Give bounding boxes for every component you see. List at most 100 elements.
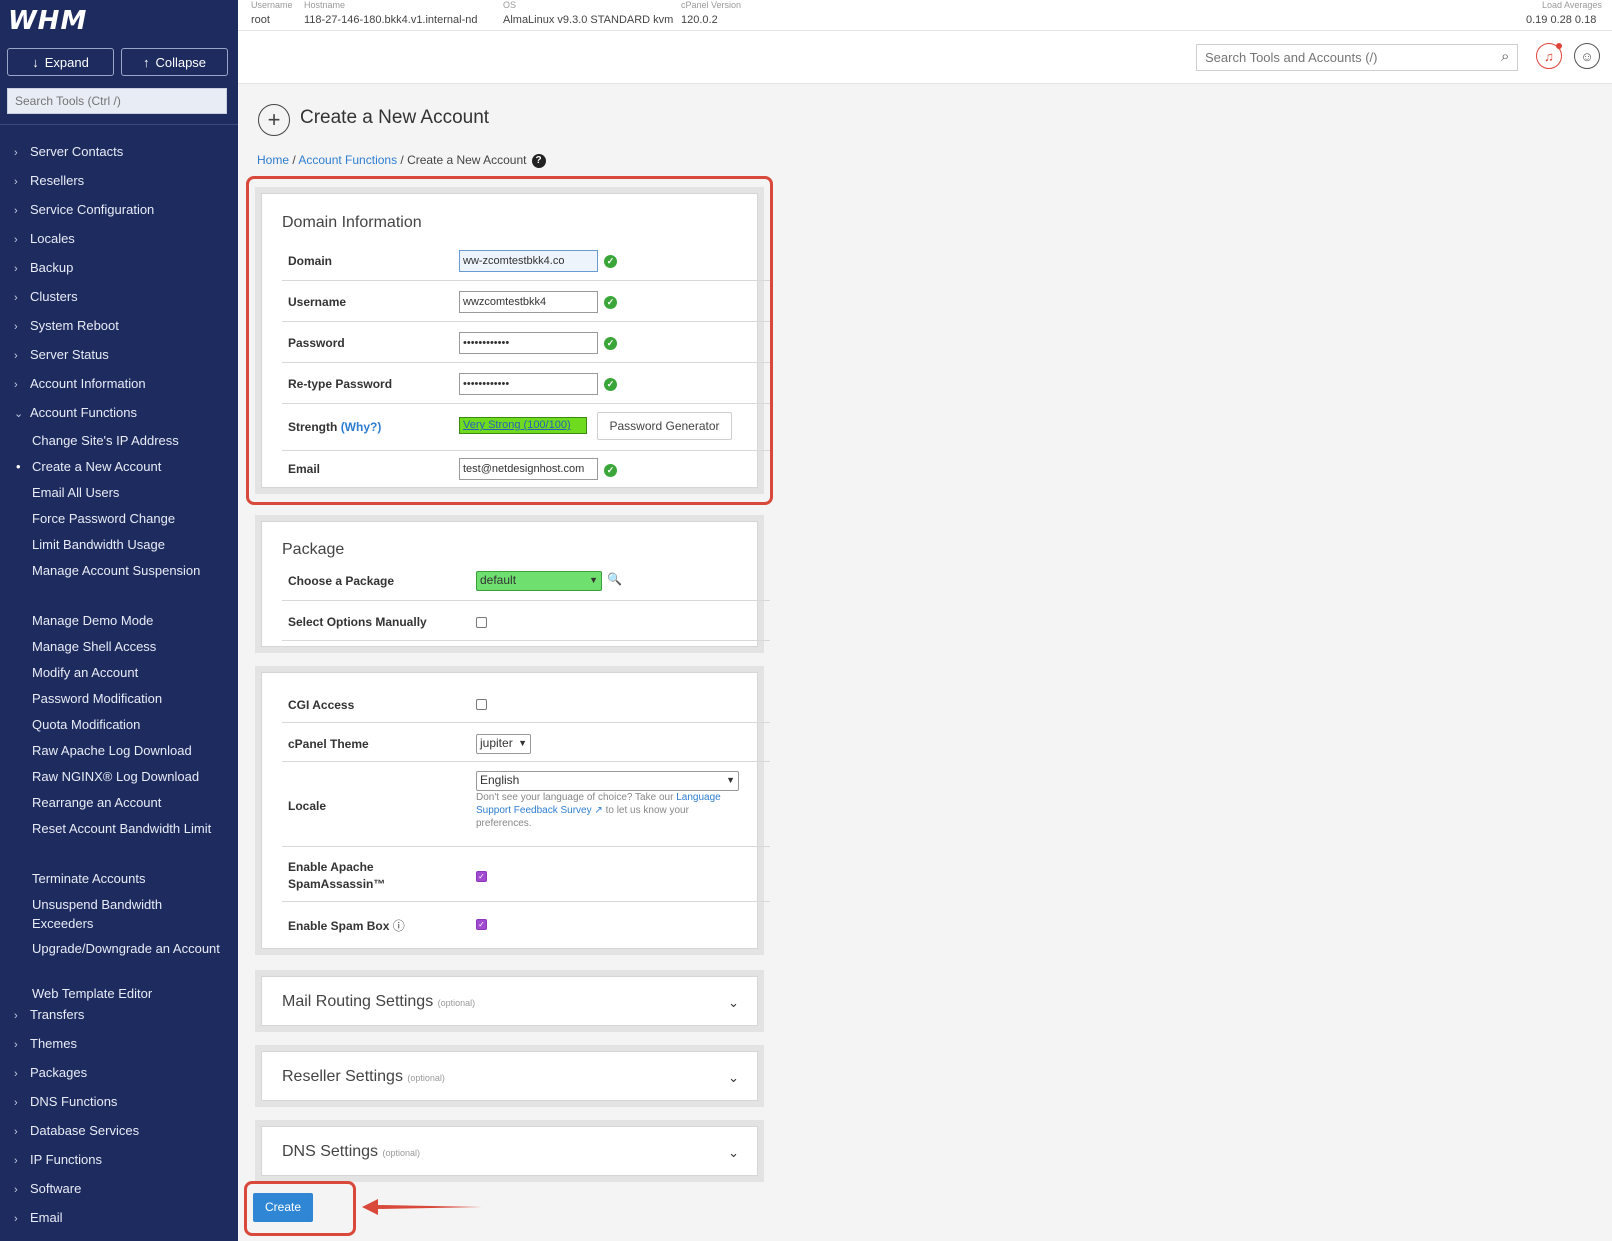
select-options-manually-checkbox[interactable] — [476, 617, 487, 628]
sidebar-item-server-status[interactable]: › Server Status — [14, 345, 109, 366]
arrow-up-icon: ↑ — [142, 54, 150, 70]
chevron-down-icon[interactable]: ⌄ — [728, 1070, 739, 1086]
chevron-right-icon: › — [14, 1155, 18, 1167]
dns-settings-panel[interactable]: DNS Settings (optional) ⌄ — [255, 1120, 764, 1182]
hostname-label: Hostname — [304, 0, 346, 10]
sidebar-item-account-functions[interactable]: ⌄ Account Functions — [14, 403, 137, 424]
sidebar-item-ip-functions[interactable]: › IP Functions — [14, 1150, 102, 1171]
package-select[interactable]: default ▼ — [476, 571, 602, 591]
chevron-right-icon: › — [14, 1184, 18, 1196]
chevron-right-icon: › — [14, 1068, 18, 1080]
breadcrumb-home[interactable]: Home — [257, 153, 289, 167]
breadcrumb-account-functions[interactable]: Account Functions — [298, 153, 397, 167]
sidebar-item-themes[interactable]: › Themes — [14, 1034, 77, 1055]
chevron-down-icon[interactable]: ⌄ — [728, 995, 739, 1011]
choose-package-label: Choose a Package — [288, 574, 395, 588]
sidebar-item-server-contacts[interactable]: › Server Contacts — [14, 142, 123, 163]
magnifier-icon[interactable]: 🔍 — [607, 572, 622, 586]
sidebar-subitem-modify-an-account[interactable]: Modify an Account — [32, 663, 222, 682]
divider — [282, 722, 770, 723]
pointer-arrow — [362, 1199, 482, 1215]
cpanel-theme-select[interactable]: jupiter ▼ — [476, 734, 531, 754]
chevron-right-icon: › — [14, 205, 18, 217]
sidebar-item-system-reboot[interactable]: › System Reboot — [14, 316, 119, 337]
reseller-settings-panel[interactable]: Reseller Settings (optional) ⌄ — [255, 1045, 764, 1107]
enable-spam-box-checkbox[interactable]: ✓ — [476, 919, 487, 930]
sidebar-item-software[interactable]: › Software — [14, 1179, 81, 1200]
chevron-right-icon: › — [14, 1213, 18, 1225]
chevron-down-icon: ▼ — [589, 575, 598, 585]
chevron-right-icon: › — [14, 1126, 18, 1138]
cpanel-version-label: cPanel Version — [681, 0, 742, 10]
create-button-highlight — [244, 1181, 356, 1236]
user-menu-button[interactable]: ☺ — [1574, 43, 1600, 69]
username-label: Username — [251, 0, 293, 10]
settings-panel: CGI Access cPanel Theme jupiter ▼ Locale … — [255, 666, 770, 955]
enable-spamassassin-checkbox[interactable]: ✓ — [476, 871, 487, 882]
sidebar-subitem-manage-shell-access[interactable]: Manage Shell Access — [32, 637, 222, 656]
sidebar-subitem-manage-demo-mode[interactable]: Manage Demo Mode — [32, 611, 222, 630]
cpanel-theme-label: cPanel Theme — [288, 737, 369, 751]
sidebar-subitem-terminate-accounts[interactable]: Terminate Accounts — [32, 869, 222, 888]
sidebar-item-label: Locales — [30, 231, 75, 246]
user-icon: ☺ — [1580, 48, 1594, 64]
sidebar-item-clusters[interactable]: › Clusters — [14, 287, 78, 308]
mail-routing-settings-panel[interactable]: Mail Routing Settings (optional) ⌄ — [255, 970, 764, 1032]
collapse-button[interactable]: ↑ Collapse — [121, 48, 228, 76]
sidebar-subitem-password-modification[interactable]: Password Modification — [32, 689, 222, 708]
divider — [282, 640, 770, 641]
notification-dot — [1556, 43, 1562, 49]
sidebar-subitem-limit-bandwidth-usage[interactable]: Limit Bandwidth Usage — [32, 535, 222, 554]
locale-label: Locale — [288, 799, 327, 813]
sidebar-item-backup[interactable]: › Backup — [14, 258, 73, 279]
sidebar-subitem-manage-account-suspension[interactable]: Manage Account Suspension — [32, 561, 222, 580]
search-icon[interactable]: ⌕ — [1501, 48, 1509, 65]
sidebar-subitem-web-template-editor[interactable]: Web Template Editor — [32, 984, 222, 1003]
chevron-down-icon[interactable]: ⌄ — [728, 1145, 739, 1161]
sidebar-item-resellers[interactable]: › Resellers — [14, 171, 84, 192]
page-title: Create a New Account — [300, 107, 490, 128]
chevron-right-icon: › — [14, 234, 18, 246]
expand-button[interactable]: ↓ Expand — [7, 48, 114, 76]
chevron-right-icon: › — [14, 263, 18, 275]
sidebar-item-packages[interactable]: › Packages — [14, 1063, 87, 1084]
search-tools-accounts-input[interactable] — [1196, 44, 1518, 71]
help-circle-icon[interactable]: ⓘ — [393, 919, 405, 933]
sidebar-subitem-rearrange-an-account[interactable]: Rearrange an Account — [32, 793, 222, 812]
sidebar-search-input[interactable] — [7, 88, 227, 114]
help-icon[interactable]: ? — [531, 153, 546, 168]
sidebar-item-label: Server Status — [30, 347, 109, 362]
chevron-down-icon: ▼ — [726, 775, 735, 785]
sidebar-subitem-email-all-users[interactable]: Email All Users — [32, 483, 222, 502]
locale-select[interactable]: English ▼ — [476, 771, 739, 791]
sidebar-item-account-information[interactable]: › Account Information — [14, 374, 146, 395]
sidebar-item-label: Service Configuration — [30, 202, 155, 217]
sidebar-subitem-quota-modification[interactable]: Quota Modification — [32, 715, 222, 734]
sidebar-item-label: Server Contacts — [30, 144, 124, 159]
sidebar-subitem-force-password-change[interactable]: Force Password Change — [32, 509, 222, 528]
sidebar-subitem-create-a-new-account[interactable]: Create a New Account — [16, 457, 222, 476]
divider — [282, 846, 770, 847]
chevron-right-icon: › — [14, 176, 18, 188]
sidebar-subitem-raw-apache-log-download[interactable]: Raw Apache Log Download — [32, 741, 222, 760]
sidebar-subitem-unsuspend-bandwidth-exceeders[interactable]: Unsuspend Bandwidth Exceeders — [32, 895, 222, 933]
sidebar-item-label: Backup — [30, 260, 74, 275]
sidebar-item-label: IP Functions — [30, 1152, 103, 1167]
breadcrumb: Home / Account Functions / Create a New … — [257, 153, 546, 168]
sidebar-item-transfers[interactable]: › Transfers — [14, 1005, 84, 1026]
sidebar-item-email[interactable]: › Email — [14, 1208, 63, 1229]
sidebar-item-locales[interactable]: › Locales — [14, 229, 75, 250]
chevron-right-icon: › — [14, 147, 18, 159]
sidebar-item-label: Packages — [30, 1065, 88, 1080]
divider — [282, 600, 770, 601]
sidebar-subitem-reset-account-bandwidth-limit[interactable]: Reset Account Bandwidth Limit — [32, 819, 222, 838]
chevron-down-icon: ⌄ — [14, 408, 24, 420]
sidebar-subitem-change-site-s-ip-address[interactable]: Change Site's IP Address — [32, 431, 222, 450]
sidebar-subitem-raw-nginx-log-download[interactable]: Raw NGINX® Log Download — [32, 767, 222, 786]
sidebar-item-database-services[interactable]: › Database Services — [14, 1121, 139, 1142]
enable-spamassassin-label: Enable Apache SpamAssassin™ — [288, 860, 386, 891]
sidebar-subitem-upgrade-downgrade-an-account[interactable]: Upgrade/Downgrade an Account — [32, 939, 222, 958]
sidebar-item-service-configuration[interactable]: › Service Configuration — [14, 200, 154, 221]
cgi-access-checkbox[interactable] — [476, 699, 487, 710]
sidebar-item-dns-functions[interactable]: › DNS Functions — [14, 1092, 117, 1113]
